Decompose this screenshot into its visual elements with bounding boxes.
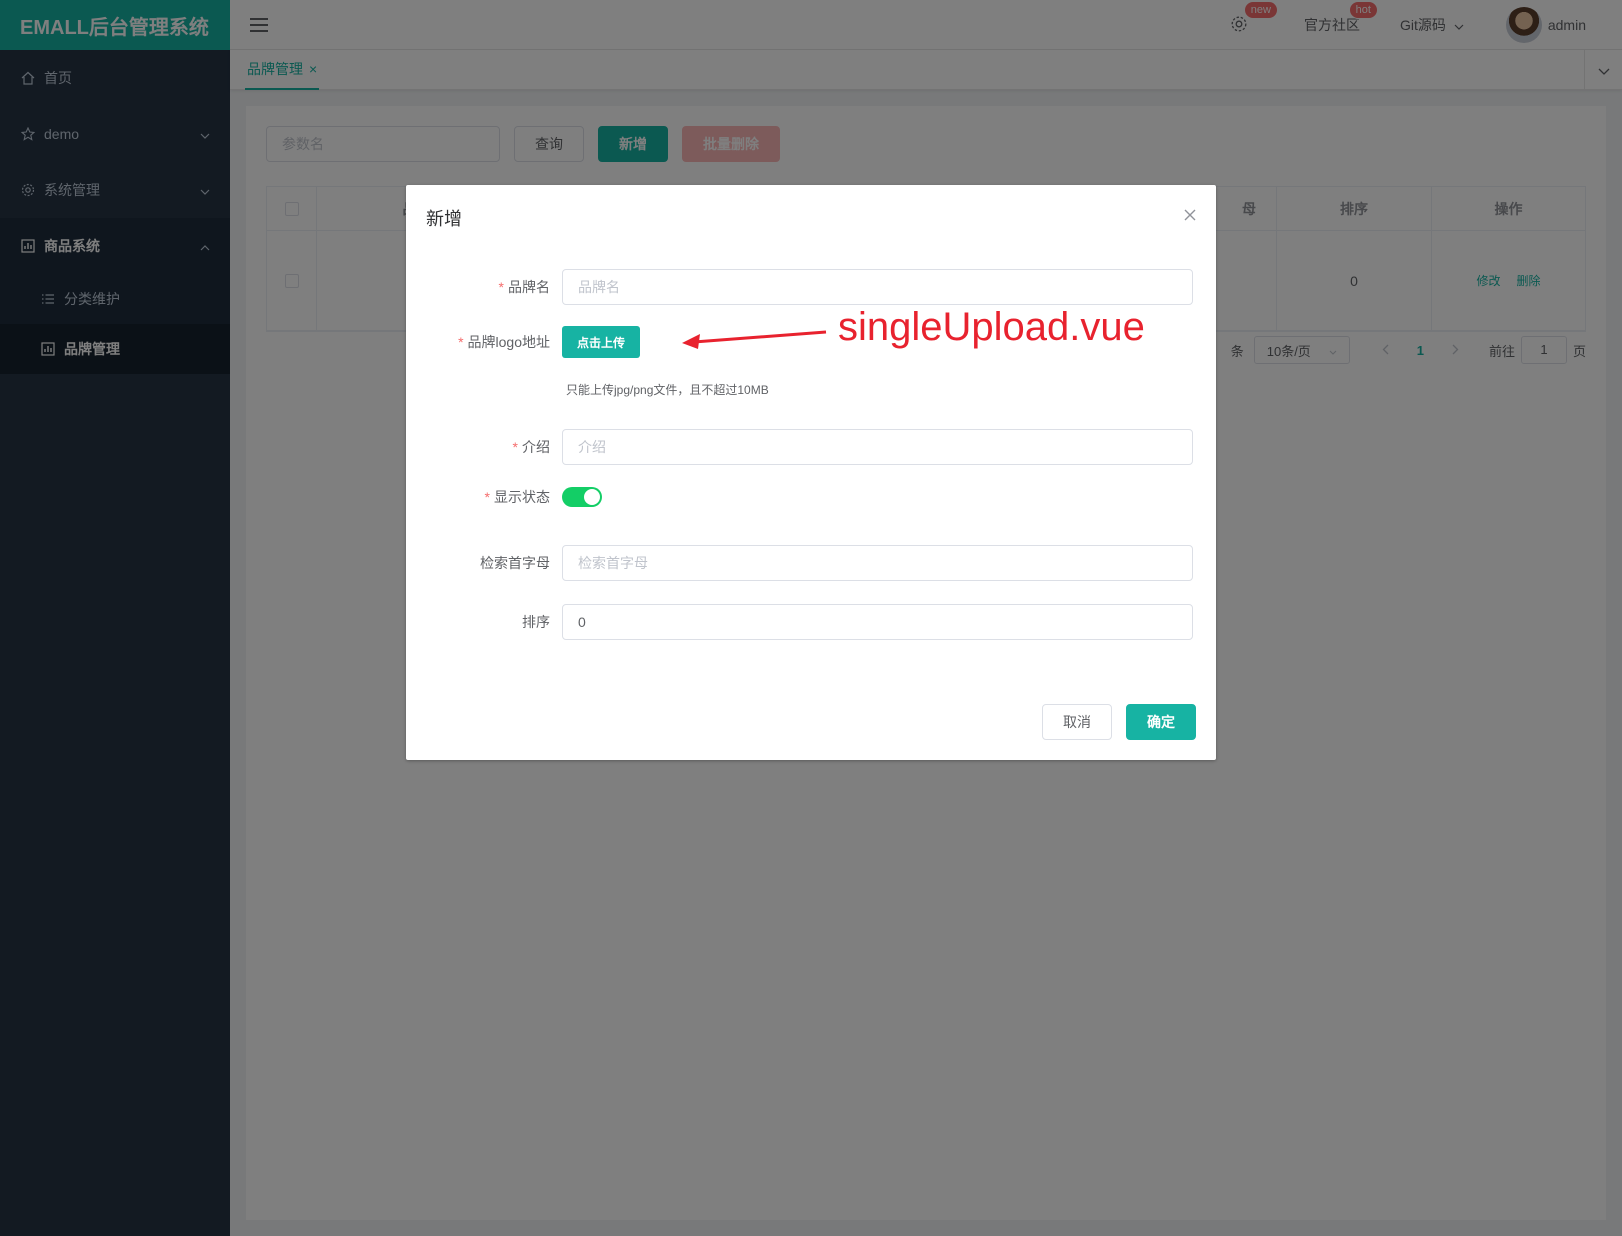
label-text: 品牌logo地址: [467, 334, 550, 350]
brand-name-input[interactable]: [562, 269, 1193, 305]
form-label: * 显示状态: [484, 489, 550, 505]
cancel-button[interactable]: 取消: [1042, 704, 1112, 740]
label-text: 显示状态: [494, 489, 550, 505]
label-text: 介绍: [522, 439, 550, 455]
upload-tip: 只能上传jpg/png文件，且不超过10MB: [566, 383, 769, 397]
close-icon[interactable]: [1184, 205, 1196, 226]
form-row-sort: 排序: [406, 604, 1216, 640]
annotation-arrow: [682, 330, 827, 349]
descript-input[interactable]: [562, 429, 1193, 465]
dialog-title: 新增: [426, 209, 462, 229]
upload-button[interactable]: 点击上传: [562, 326, 641, 358]
form-row-first-letter: 检索首字母: [406, 545, 1216, 581]
label-text: 排序: [522, 614, 550, 630]
toggle-knob: [584, 489, 600, 505]
dialog-footer: 取消 确定: [1028, 704, 1196, 740]
confirm-button[interactable]: 确定: [1126, 704, 1196, 740]
label-text: 检索首字母: [480, 555, 550, 571]
label-text: 品牌名: [508, 279, 550, 295]
form-row-descript: * 介绍: [406, 429, 1216, 465]
form-label: * 品牌名: [498, 279, 550, 295]
form-row-status: * 显示状态: [406, 487, 1216, 507]
first-letter-input[interactable]: [562, 545, 1193, 581]
show-status-toggle[interactable]: [562, 487, 602, 507]
form-label: * 介绍: [512, 439, 550, 455]
annotation-label: singleUpload.vue: [838, 305, 1145, 349]
sort-input[interactable]: [562, 604, 1193, 640]
add-brand-dialog: 新增 *品牌名 *品牌logo地址 点击上传 只能上传jpg/png文件，且不超…: [406, 185, 1216, 760]
form-row-name: * 品牌名: [406, 269, 1216, 305]
form-label: 排序: [406, 612, 562, 632]
form-label: 检索首字母: [406, 553, 562, 573]
form-label: * 品牌logo地址: [458, 334, 550, 350]
